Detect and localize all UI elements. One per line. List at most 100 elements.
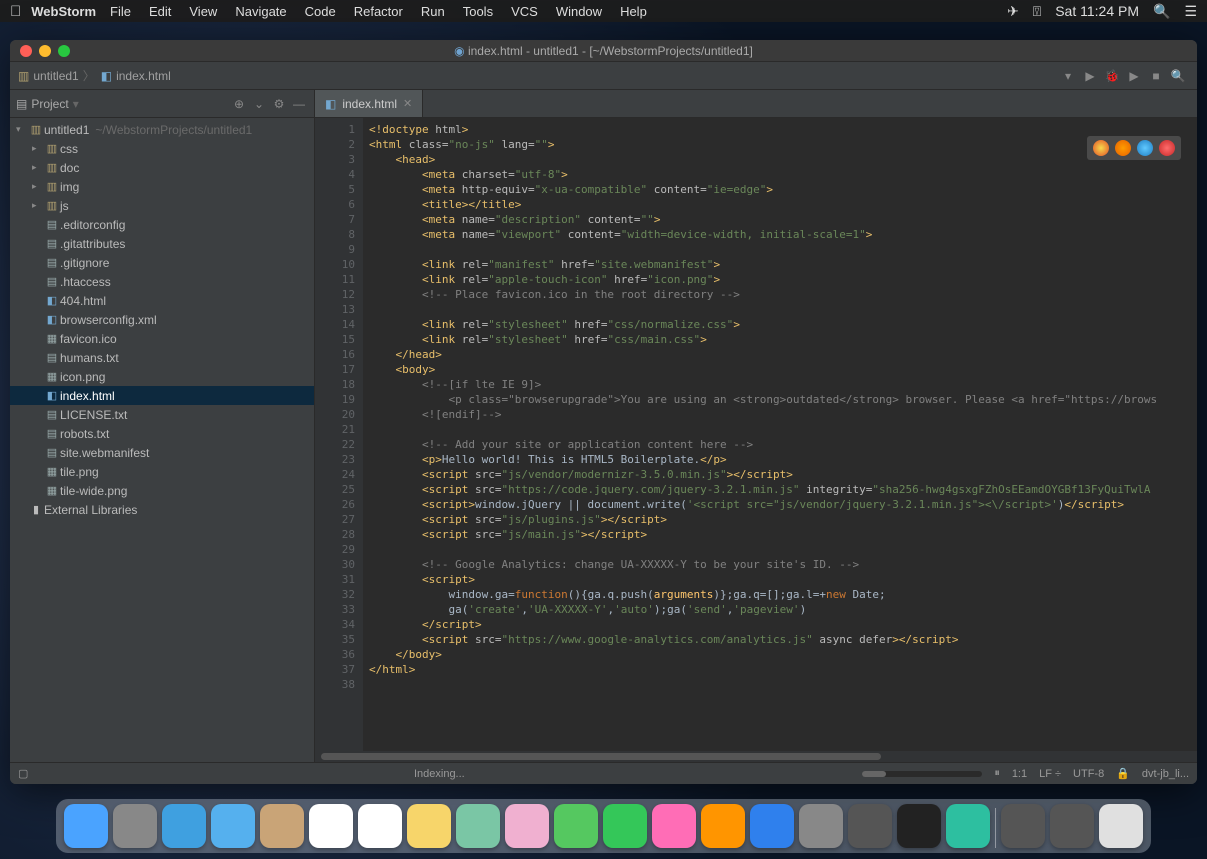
dock-trash[interactable] [1099,804,1143,848]
close-tab-icon[interactable]: ✕ [403,97,412,110]
apple-menu-icon[interactable]:  [10,3,21,20]
dock-settings[interactable] [799,804,843,848]
menu-vcs[interactable]: VCS [511,4,538,19]
pause-icon[interactable]: ⏸ [994,767,1000,780]
menu-icon[interactable]: ☰ [1184,3,1197,20]
caret-position[interactable]: 1:1 [1012,768,1027,780]
tree-item[interactable]: ▦favicon.ico [10,329,314,348]
window-close-button[interactable] [20,45,32,57]
dock-facetime[interactable] [603,804,647,848]
dock-recent1[interactable] [1001,804,1045,848]
dock-music[interactable] [652,804,696,848]
dock-finder[interactable] [64,804,108,848]
tree-item[interactable]: ▤site.webmanifest [10,443,314,462]
opera-icon[interactable] [1159,140,1175,156]
search-everywhere-icon[interactable]: 🔍 [1167,65,1189,87]
dock-terminal[interactable] [897,804,941,848]
menu-code[interactable]: Code [305,4,336,19]
tree-item[interactable]: ▸▥css [10,139,314,158]
tree-item[interactable]: ▤LICENSE.txt [10,405,314,424]
menu-view[interactable]: View [189,4,217,19]
dock-photos[interactable] [505,804,549,848]
expand-arrow-icon[interactable]: ▸ [32,181,44,192]
chrome-icon[interactable] [1093,140,1109,156]
dock-launchpad[interactable] [113,804,157,848]
expand-arrow-icon[interactable]: ▾ [16,124,28,135]
user-icon[interactable]: ⍔ [1033,3,1041,20]
dock-messages[interactable] [554,804,598,848]
expand-arrow-icon[interactable]: ▸ [32,143,44,154]
clock[interactable]: Sat 11:24 PM [1055,3,1139,19]
line-separator[interactable]: LF ÷ [1039,768,1061,780]
editor-tab[interactable]: ◧ index.html ✕ [315,90,423,117]
menu-file[interactable]: File [110,4,131,19]
window-minimize-button[interactable] [39,45,51,57]
tree-item[interactable]: ▸▥doc [10,158,314,177]
tree-item[interactable]: ▤robots.txt [10,424,314,443]
tree-item[interactable]: ▸▥js [10,196,314,215]
menu-refactor[interactable]: Refactor [354,4,403,19]
tree-item[interactable]: ◧404.html [10,291,314,310]
code-editor[interactable]: <!doctype html><html class="no-js" lang=… [363,118,1197,751]
file-encoding[interactable]: UTF-8 [1073,768,1104,780]
vpn-icon[interactable]: ✈︎ [1007,3,1019,20]
dock-reminders[interactable] [358,804,402,848]
dock-appstore[interactable] [750,804,794,848]
tool-window-toggle-icon[interactable]: ▢ [18,767,28,780]
coverage-icon[interactable]: ▶ [1123,65,1145,87]
dock-recent2[interactable] [1050,804,1094,848]
settings-gear-icon[interactable]: ⚙ [270,97,288,111]
tree-item[interactable]: ▮External Libraries [10,500,314,519]
dock-prefs[interactable] [848,804,892,848]
tree-item[interactable]: ◧index.html [10,386,314,405]
tree-item[interactable]: ◧browserconfig.xml [10,310,314,329]
dock-mail[interactable] [211,804,255,848]
window-zoom-button[interactable] [58,45,70,57]
project-tree[interactable]: ▾▥untitled1~/WebstormProjects/untitled1▸… [10,118,314,762]
tree-item[interactable]: ▤.gitignore [10,253,314,272]
tree-item[interactable]: ▸▥img [10,177,314,196]
breadcrumb-file[interactable]: ◧ index.html [101,69,171,83]
dock-safari[interactable] [162,804,206,848]
tree-item[interactable]: ▤.editorconfig [10,215,314,234]
dock-contacts[interactable] [260,804,304,848]
line-number-gutter[interactable]: 1234567891011121314151617181920212223242… [315,118,363,751]
project-panel-title[interactable]: Project [31,97,68,111]
stop-icon[interactable]: ■ [1145,65,1167,87]
debug-icon[interactable]: 🐞 [1101,65,1123,87]
menu-tools[interactable]: Tools [463,4,493,19]
spotlight-icon[interactable]: 🔍 [1153,3,1170,20]
running-task[interactable]: dvt-jb_li... [1142,768,1189,780]
menu-navigate[interactable]: Navigate [235,4,286,19]
run-icon[interactable]: ▶ [1079,65,1101,87]
scroll-to-source-icon[interactable]: ⊕ [230,97,248,111]
collapse-all-icon[interactable]: ⌄ [250,97,268,111]
menu-run[interactable]: Run [421,4,445,19]
menu-help[interactable]: Help [620,4,647,19]
tree-item[interactable]: ▤humans.txt [10,348,314,367]
tree-item[interactable]: ▦icon.png [10,367,314,386]
menu-edit[interactable]: Edit [149,4,171,19]
dock-notes[interactable] [407,804,451,848]
file-icon: ◧ [44,313,60,326]
dock-books[interactable] [701,804,745,848]
dropdown-icon[interactable]: ▾ [1057,65,1079,87]
expand-arrow-icon[interactable]: ▸ [32,200,44,211]
dock-maps[interactable] [456,804,500,848]
tree-item[interactable]: ▦tile.png [10,462,314,481]
tree-item[interactable]: ▾▥untitled1~/WebstormProjects/untitled1 [10,120,314,139]
safari-icon[interactable] [1137,140,1153,156]
expand-arrow-icon[interactable]: ▸ [32,162,44,173]
dock-calendar[interactable] [309,804,353,848]
breadcrumb-project[interactable]: ▥ untitled1 〉 [18,67,95,84]
hide-panel-icon[interactable]: — [290,97,308,111]
horizontal-scrollbar[interactable] [315,751,1197,762]
firefox-icon[interactable] [1115,140,1131,156]
app-name[interactable]: WebStorm [31,4,96,19]
tree-item[interactable]: ▦tile-wide.png [10,481,314,500]
menu-window[interactable]: Window [556,4,602,19]
dock-webstorm[interactable] [946,804,990,848]
lock-icon[interactable]: 🔒 [1116,767,1130,780]
tree-item[interactable]: ▤.htaccess [10,272,314,291]
tree-item[interactable]: ▤.gitattributes [10,234,314,253]
